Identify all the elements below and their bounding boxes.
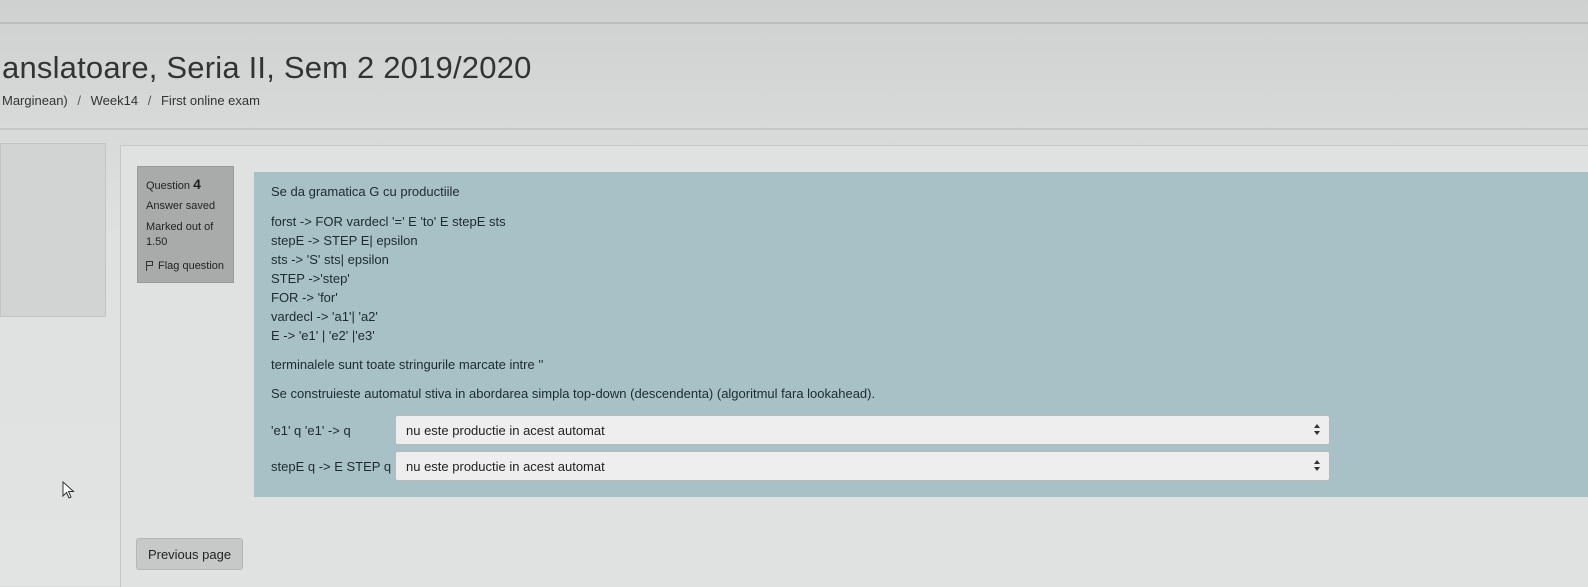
question-formulation: Se da gramatica G cu productiile forst -…: [254, 172, 1588, 497]
breadcrumb-separator: /: [77, 93, 82, 108]
previous-page-button[interactable]: Previous page: [136, 538, 243, 570]
question-grade: Marked out of 1.50: [146, 220, 225, 250]
production-line: vardecl -> 'a1'| 'a2': [271, 309, 378, 324]
terminals-note: terminalele sunt toate stringurile marca…: [271, 357, 544, 372]
grade-label: Marked out of: [146, 221, 214, 233]
match-label: stepE q -> E STEP q: [271, 458, 392, 474]
answer-select[interactable]: nu este productie in acest automat: [395, 451, 1330, 481]
production-line: STEP ->'step': [271, 271, 350, 286]
breadcrumb-separator: /: [147, 93, 152, 108]
production-line: E -> 'e1' | 'e2' |'e3': [271, 328, 375, 343]
select-arrows-icon: [1314, 424, 1321, 437]
breadcrumb: Marginean) / Week14 / First online exam: [2, 93, 266, 108]
match-row: 'e1' q 'e1' -> q nu este productie in ac…: [271, 415, 1571, 445]
flag-question-label: Flag question: [158, 260, 225, 272]
question-number-value: 4: [193, 176, 201, 192]
match-row: stepE q -> E STEP q nu este productie in…: [271, 451, 1571, 481]
page-title: anslatoare, Seria II, Sem 2 2019/2020: [2, 50, 532, 85]
answer-select-value: nu este productie in acest automat: [406, 458, 605, 474]
header-bottom-divider: [0, 128, 1588, 130]
question-state: Answer saved: [146, 200, 216, 212]
grammar-productions: forst -> FOR vardecl '=' E 'to' E stepE …: [271, 212, 1571, 345]
question-number: Question 4: [146, 176, 225, 192]
breadcrumb-item-week[interactable]: Week14: [91, 93, 138, 108]
select-arrows-icon: [1314, 460, 1321, 473]
question-info-panel: Question 4 Answer saved Marked out of 1.…: [137, 166, 234, 283]
grade-value: 1.50: [146, 236, 168, 248]
production-line: forst -> FOR vardecl '=' E 'to' E stepE …: [271, 214, 506, 229]
answer-select[interactable]: nu este productie in acest automat: [395, 415, 1330, 445]
question-number-label: Question: [146, 180, 191, 192]
answer-select-value: nu este productie in acest automat: [406, 422, 605, 438]
flag-icon: [146, 261, 154, 271]
match-label: 'e1' q 'e1' -> q: [271, 422, 351, 438]
flag-question-link[interactable]: Flag question: [146, 260, 225, 272]
breadcrumb-item-course[interactable]: Marginean): [2, 93, 68, 108]
question-instruction: Se construieste automatul stiva in abord…: [271, 386, 876, 401]
production-line: FOR -> 'for': [271, 290, 338, 305]
production-line: sts -> 'S' sts| epsilon: [271, 252, 389, 267]
mouse-cursor-icon: [62, 481, 75, 499]
header-divider: [0, 22, 1588, 24]
production-line: stepE -> STEP E| epsilon: [271, 233, 418, 248]
breadcrumb-item-exam[interactable]: First online exam: [161, 93, 260, 108]
question-text: Se da gramatica G cu productiile: [271, 184, 460, 199]
left-panel: [0, 143, 106, 317]
